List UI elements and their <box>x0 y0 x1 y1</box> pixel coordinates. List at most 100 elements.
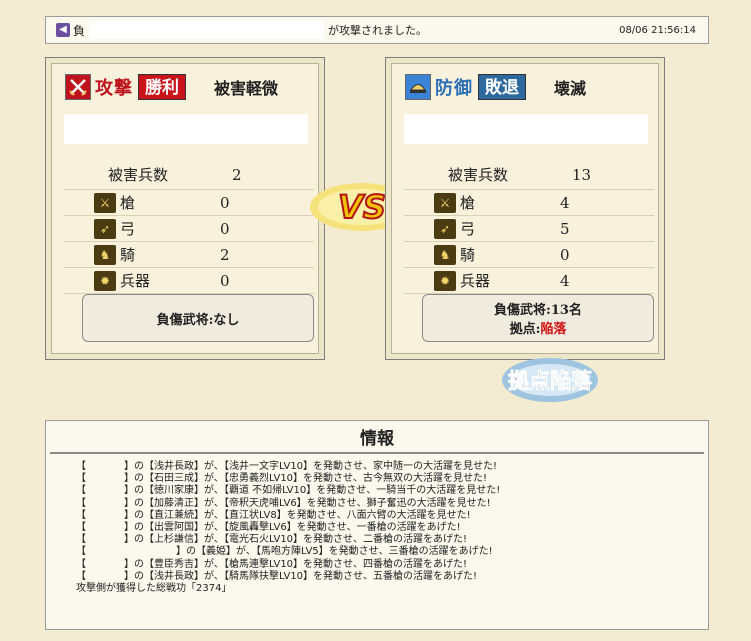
bow-label: 弓 <box>120 220 136 238</box>
defender-siege-row: ✹ 兵器 4 <box>404 268 654 294</box>
spear-icon: ⚔ <box>94 192 116 213</box>
siege-value: 4 <box>560 271 570 290</box>
bow-label: 弓 <box>460 220 476 238</box>
total-losses-label: 被害兵数 <box>448 166 509 184</box>
attacker-header: 攻撃 勝利 被害軽微 <box>65 74 278 100</box>
battle-info-panel: 情報 【 】の【浅井長政】が､【浅井一文字LV10】を発動させ、家中随一の大活躍を… <box>45 420 709 630</box>
defeat-marker-icon: ◀ <box>56 23 70 37</box>
crossed-swords-icon <box>65 74 91 100</box>
siege-label: 兵器 <box>460 272 491 290</box>
log-line: 攻撃側が獲得した総戦功「2374」 <box>76 583 708 595</box>
horse-label: 騎 <box>120 246 136 264</box>
attacker-siege-row: ✹ 兵器 0 <box>64 268 314 294</box>
helmet-icon <box>405 74 431 100</box>
defender-panel-inner: 防御 敗退 壊滅 被害兵数 13 ⚔ 槍 4 ➶ 弓 5 ♞ 騎 0 ✹ 兵器 … <box>391 63 659 354</box>
attacker-horse-row: ♞ 騎 2 <box>64 242 314 268</box>
horse-label: 騎 <box>460 246 476 264</box>
log-text: 】の【上杉謙信】が､【電光石火LV10】を発動させ、二番槍の活躍をあげた! <box>124 534 468 546</box>
defender-role: 防御 <box>435 78 473 99</box>
battle-log: 【 】の【浅井長政】が､【浅井一文字LV10】を発動させ、家中随一の大活躍を見せた… <box>46 454 708 595</box>
log-line: 【 】の【出雲阿国】が､【旋風轟撃LV6】を発動させ、一番槍の活躍をあげた! <box>76 522 708 534</box>
total-losses-value: 2 <box>232 165 242 184</box>
attacker-bow-row: ➶ 弓 0 <box>64 216 314 242</box>
attacker-stats: 被害兵数 2 ⚔ 槍 0 ➶ 弓 0 ♞ 騎 2 ✹ 兵器 0 <box>64 160 314 294</box>
horse-icon: ♞ <box>434 244 456 265</box>
defender-total-row: 被害兵数 13 <box>404 160 654 190</box>
siege-icon: ✹ <box>94 270 116 291</box>
defender-header: 防御 敗退 壊滅 <box>405 74 586 100</box>
bow-value: 0 <box>220 219 230 238</box>
spear-icon: ⚔ <box>434 192 456 213</box>
base-fallen-status: 陥落 <box>540 322 567 337</box>
target-name-box <box>89 21 324 39</box>
log-line: 【 】の【義姫】が､【馬咆方陣LV5】を発動させ、三番槍の活躍をあげた! <box>76 546 708 558</box>
defender-wounded-box: 負傷武将:13名 拠点:陥落 <box>422 294 654 342</box>
log-line: 【 】の【上杉謙信】が､【電光石火LV10】を発動させ、二番槍の活躍をあげた! <box>76 534 708 546</box>
defender-panel: 防御 敗退 壊滅 被害兵数 13 ⚔ 槍 4 ➶ 弓 5 ♞ 騎 0 ✹ 兵器 … <box>385 57 665 360</box>
attacker-wounded-box: 負傷武将:なし <box>82 294 314 342</box>
log-bracket: 【 <box>76 473 86 485</box>
log-text: 】の【浅井長政】が､【騎馬隊扶撃LV10】を発動させ、五番槍の活躍をあげた! <box>124 570 478 582</box>
log-line: 【 】の【浅井長政】が､【騎馬隊扶撃LV10】を発動させ、五番槍の活躍をあげた! <box>76 571 708 583</box>
base-status-line: 拠点:陥落 <box>510 318 567 337</box>
log-bracket: 【 <box>76 546 86 558</box>
log-bracket: 【 <box>76 534 86 546</box>
vs-text: VS <box>338 188 386 226</box>
attacker-total-row: 被害兵数 2 <box>64 160 314 190</box>
attack-message: が攻撃されました。 <box>328 24 427 37</box>
bow-icon: ➶ <box>94 218 116 239</box>
attacker-damage-level: 被害軽微 <box>214 79 279 98</box>
defender-bow-row: ➶ 弓 5 <box>404 216 654 242</box>
log-bracket: 【 <box>76 485 86 497</box>
log-bracket: 【 <box>76 522 86 534</box>
log-text: 】の【直江兼続】が､【直江状LV8】を発動させ、八面六臂の大活躍を見せた! <box>124 509 471 521</box>
victory-badge: 勝利 <box>138 74 186 100</box>
log-line: 【 】の【直江兼続】が､【直江状LV8】を発動させ、八面六臂の大活躍を見せた! <box>76 510 708 522</box>
log-text: 攻撃側が獲得した総戦功「2374」 <box>76 583 232 595</box>
siege-value: 0 <box>220 271 230 290</box>
log-bracket: 【 <box>76 570 86 582</box>
battle-report-bar: ◀ 負 が攻撃されました。 08/06 21:56:14 <box>45 16 709 44</box>
log-text: 】の【義姫】が､【馬咆方陣LV5】を発動させ、三番槍の活躍をあげた! <box>176 546 493 558</box>
log-line: 【 】の【徳川家康】が､【覇道 不如帰LV10】を発動させ、一騎当千の大活躍を見せ… <box>76 485 708 497</box>
bow-icon: ➶ <box>434 218 456 239</box>
siege-icon: ✹ <box>434 270 456 291</box>
attacker-panel: 攻撃 勝利 被害軽微 被害兵数 2 ⚔ 槍 0 ➶ 弓 0 ♞ 騎 2 ✹ 兵器… <box>45 57 325 360</box>
spear-label: 槍 <box>120 194 136 212</box>
log-line: 【 】の【浅井長政】が､【浅井一文字LV10】を発動させ、家中随一の大活躍を見せた… <box>76 461 708 473</box>
total-losses-label: 被害兵数 <box>108 166 169 184</box>
defender-spear-row: ⚔ 槍 4 <box>404 190 654 216</box>
spear-label: 槍 <box>460 194 476 212</box>
log-bracket: 【 <box>76 509 86 521</box>
spear-value: 4 <box>560 193 570 212</box>
log-text: 】の【浅井長政】が､【浅井一文字LV10】を発動させ、家中随一の大活躍を見せた! <box>124 461 498 472</box>
bow-value: 5 <box>560 219 570 238</box>
log-text: 】の【豊臣秀吉】が､【槍馬連撃LV10】を発動させ、四番槍の活躍をあげた! <box>124 558 468 570</box>
total-losses-value: 13 <box>572 165 592 184</box>
log-bracket: 【 <box>76 558 86 570</box>
defender-horse-row: ♞ 騎 0 <box>404 242 654 268</box>
log-line: 【 】の【豊臣秀吉】が､【槍馬連撃LV10】を発動させ、四番槍の活躍をあげた! <box>76 559 708 571</box>
horse-value: 0 <box>560 245 570 264</box>
spear-value: 0 <box>220 193 230 212</box>
log-line: 【 】の【加藤清正】が､【帝釈天虎哺LV6】を発動させ、獅子奮迅の大活躍を見せた! <box>76 498 708 510</box>
defender-stats: 被害兵数 13 ⚔ 槍 4 ➶ 弓 5 ♞ 騎 0 ✹ 兵器 4 <box>404 160 654 294</box>
attacker-spear-row: ⚔ 槍 0 <box>64 190 314 216</box>
log-line: 【 】の【石田三成】が､【忠勇義烈LV10】を発動させ、古今無双の大活躍を見せた! <box>76 473 708 485</box>
attacker-wounded-text: 負傷武将:なし <box>156 312 240 328</box>
log-bracket: 【 <box>76 461 86 472</box>
siege-label: 兵器 <box>120 272 151 290</box>
defender-wounded-text: 負傷武将:13名 <box>494 303 582 318</box>
attacker-role: 攻撃 <box>95 78 133 99</box>
attacker-panel-inner: 攻撃 勝利 被害軽微 被害兵数 2 ⚔ 槍 0 ➶ 弓 0 ♞ 騎 2 ✹ 兵器… <box>51 63 319 354</box>
defender-name-box <box>404 114 648 144</box>
defeat-badge: 敗退 <box>478 74 526 100</box>
base-label: 拠点: <box>509 322 541 337</box>
horse-icon: ♞ <box>94 244 116 265</box>
log-text: 】の【徳川家康】が､【覇道 不如帰LV10】を発動させ、一騎当千の大活躍を見せた… <box>124 485 501 497</box>
log-bracket: 【 <box>76 497 86 509</box>
base-captured-text: 拠点陥落 <box>508 368 593 393</box>
log-text: 】の【加藤清正】が､【帝釈天虎哺LV6】を発動させ、獅子奮迅の大活躍を見せた! <box>124 497 491 509</box>
defender-damage-level: 壊滅 <box>554 79 587 98</box>
log-text: 】の【石田三成】が､【忠勇義烈LV10】を発動させ、古今無双の大活躍を見せた! <box>124 473 488 485</box>
